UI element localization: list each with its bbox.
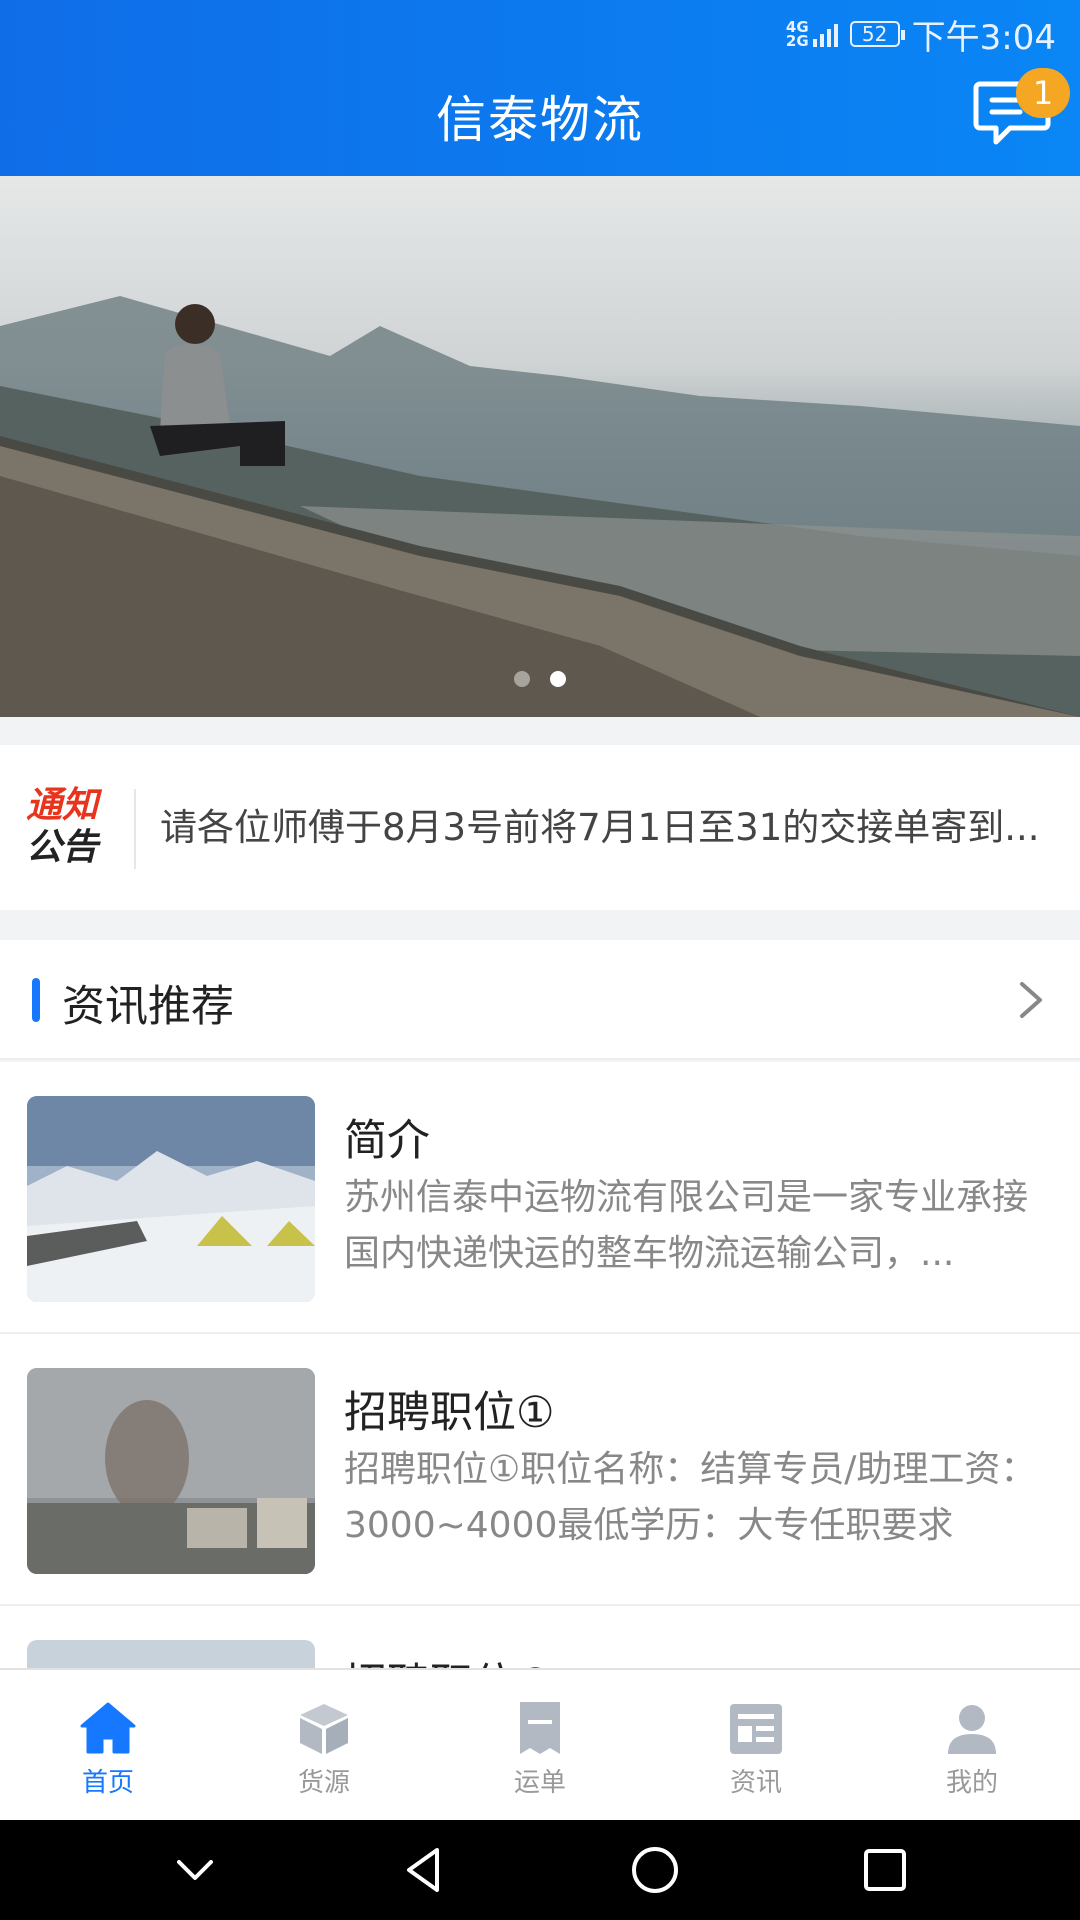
banner-image — [0, 296, 1080, 717]
waybill-icon — [520, 1702, 560, 1754]
user-icon — [948, 1705, 996, 1754]
news-item[interactable]: 招聘职位① 招聘职位①职位名称：结算专员/助理工资：3000~4000最低学历：… — [0, 1334, 1080, 1606]
bottom-tab-bar: 首页 货源 运单 资讯 我的 — [0, 1668, 1080, 1820]
message-badge: 1 — [1016, 68, 1070, 118]
carousel-dot[interactable] — [514, 671, 530, 687]
carousel-dot-active[interactable] — [550, 671, 566, 687]
section-title: 资讯推荐 — [62, 982, 234, 1032]
tab-label: 我的 — [945, 1768, 998, 1798]
status-time: 下午3:04 — [911, 17, 1056, 58]
battery-icon: 52 — [849, 21, 905, 47]
network-indicator: 4G 2G — [785, 20, 838, 50]
status-bar: 4G 2G 52 下午3:04 — [785, 12, 1056, 58]
news-desc: 苏州信泰中运物流有限公司是一家专业承接国内快递快运的整车物流运输公司，... — [344, 1177, 1029, 1274]
section-accent-bar — [32, 978, 40, 1022]
tab-home[interactable]: 首页 — [0, 1670, 216, 1820]
news-item[interactable]: 简介 苏州信泰中运物流有限公司是一家专业承接国内快递快运的整车物流运输公司，..… — [0, 1062, 1080, 1334]
carousel-dots — [0, 671, 1080, 687]
recents-icon[interactable] — [857, 1842, 913, 1898]
app-header: 4G 2G 52 下午3:04 信泰物流 1 — [0, 0, 1080, 176]
chevron-down-icon[interactable] — [167, 1842, 223, 1898]
news-thumbnail — [27, 1096, 315, 1302]
banner-carousel[interactable] — [0, 176, 1080, 717]
tab-news[interactable]: 资讯 — [648, 1670, 864, 1820]
news-desc: 招聘职位①职位名称：结算专员/助理工资：3000~4000最低学历：大专任职要求 — [344, 1449, 1037, 1546]
page-title: 信泰物流 — [436, 91, 644, 149]
news-section-header[interactable]: 资讯推荐 — [0, 940, 1080, 1060]
back-icon[interactable] — [397, 1842, 453, 1898]
network-label-2: 2G — [785, 32, 809, 50]
tab-label: 资讯 — [729, 1768, 782, 1798]
notice-bar[interactable]: 通知 公告 请各位师傅于8月3号前将7月1日至31的交接单寄到... — [0, 745, 1080, 910]
tab-cargo[interactable]: 货源 — [216, 1670, 432, 1820]
news-title: 简介 — [344, 1116, 430, 1166]
signal-icon — [812, 21, 838, 47]
tab-waybill[interactable]: 运单 — [432, 1670, 648, 1820]
notice-logo-line2: 公告 — [26, 827, 99, 868]
tab-profile[interactable]: 我的 — [864, 1670, 1080, 1820]
notice-text[interactable]: 请各位师傅于8月3号前将7月1日至31的交接单寄到... — [160, 797, 1050, 851]
system-nav-bar — [0, 1820, 1080, 1920]
chevron-right-icon[interactable] — [1010, 978, 1050, 1022]
news-icon — [730, 1704, 782, 1754]
tab-label: 首页 — [81, 1768, 134, 1798]
tab-label: 货源 — [297, 1768, 350, 1798]
box-icon — [300, 1704, 348, 1754]
news-title: 招聘职位① — [344, 1388, 555, 1438]
news-thumbnail — [27, 1368, 315, 1574]
notice-logo: 通知 公告 — [26, 785, 108, 875]
divider — [134, 789, 136, 869]
home-circle-icon[interactable] — [627, 1842, 683, 1898]
home-icon — [80, 1702, 136, 1754]
tab-label: 运单 — [513, 1768, 566, 1798]
notice-logo-line1: 通知 — [26, 785, 99, 826]
